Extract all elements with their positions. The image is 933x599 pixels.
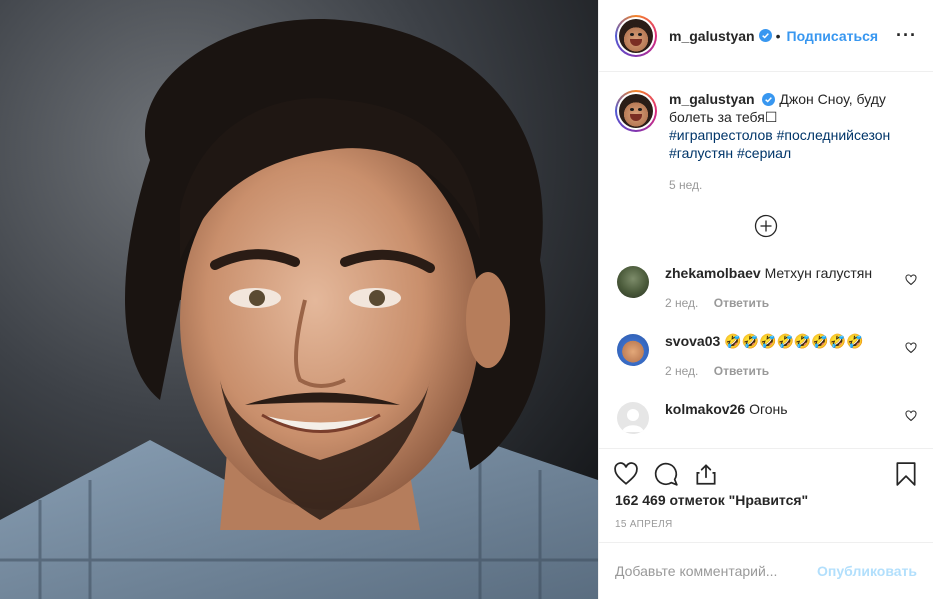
comment-item: svova03 🤣🤣🤣🤣🤣🤣🤣🤣 2 нед. Ответить (615, 332, 917, 380)
more-icon[interactable]: ··· (896, 25, 917, 46)
post-header: m_galustyan • Подписаться ··· (599, 0, 933, 72)
post-photo[interactable] (0, 0, 598, 599)
post-date[interactable]: 15 АПРЕЛЯ (615, 519, 672, 530)
comments-list[interactable]: m_galustyan Джон Сноу, буду болеть за те… (599, 72, 933, 448)
caption-avatar[interactable] (615, 90, 657, 132)
caption-username[interactable]: m_galustyan (669, 91, 755, 107)
comment-time[interactable]: 2 нед. (665, 296, 698, 310)
like-comment-heart-icon[interactable] (905, 342, 917, 354)
comment-input[interactable] (615, 563, 818, 579)
comment-username[interactable]: kolmakov26 (665, 401, 745, 417)
caption-hashtags: #игрaпрестолов #последнийсезон #галустян… (669, 126, 909, 162)
verified-badge-icon (762, 93, 776, 106)
publish-button[interactable]: Опубликовать (817, 563, 917, 579)
author-avatar[interactable] (615, 14, 657, 57)
like-heart-icon[interactable] (613, 461, 639, 487)
reply-button[interactable]: Ответить (714, 296, 769, 310)
like-comment-heart-icon[interactable] (905, 274, 917, 286)
like-comment-heart-icon[interactable] (905, 410, 917, 422)
comment-username[interactable]: svova03 (665, 333, 720, 349)
post-actions (599, 448, 933, 498)
comment-username[interactable]: zhekamolbaev (665, 265, 761, 281)
load-more-comments-button[interactable] (615, 214, 917, 238)
comment-item: kolmakov26 Огонь (615, 400, 917, 434)
bookmark-icon[interactable] (893, 461, 919, 487)
plus-circle-icon (754, 214, 778, 238)
separator-dot: • (775, 27, 781, 44)
comment-time[interactable]: 2 нед. (665, 364, 698, 378)
default-user-icon (622, 409, 644, 432)
commenter-avatar[interactable] (617, 334, 649, 366)
comment-text: 🤣🤣🤣🤣🤣🤣🤣🤣 (724, 333, 864, 349)
commenter-avatar[interactable] (617, 402, 649, 434)
reply-button[interactable]: Ответить (714, 364, 769, 378)
comment-text: Метхун галустян (764, 265, 873, 281)
post-caption: m_galustyan Джон Сноу, буду болеть за те… (615, 72, 917, 194)
hashtag-link[interactable]: #сериал (737, 145, 791, 161)
comment-bubble-icon[interactable] (653, 461, 679, 487)
caption-time[interactable]: 5 нед. (669, 176, 909, 194)
commenter-avatar[interactable] (617, 266, 649, 298)
author-username[interactable]: m_galustyan (669, 28, 755, 44)
share-icon[interactable] (693, 461, 719, 487)
comment-item: zhekamolbaev Метхун галустян 2 нед. Отве… (615, 264, 917, 312)
follow-button[interactable]: Подписаться (787, 28, 879, 44)
hashtag-link[interactable]: #игрaпрестолов (669, 127, 773, 143)
add-comment-bar: Опубликовать (599, 542, 933, 599)
verified-badge-icon (758, 29, 772, 42)
likes-count[interactable]: 162 469 отметок "Нравится" (615, 492, 808, 508)
comment-text: Огонь (749, 401, 788, 417)
hashtag-link[interactable]: #галустян (669, 145, 733, 161)
hashtag-link[interactable]: #последнийсезон (777, 127, 891, 143)
post-panel: m_galustyan • Подписаться ··· m_galustya… (598, 0, 933, 599)
